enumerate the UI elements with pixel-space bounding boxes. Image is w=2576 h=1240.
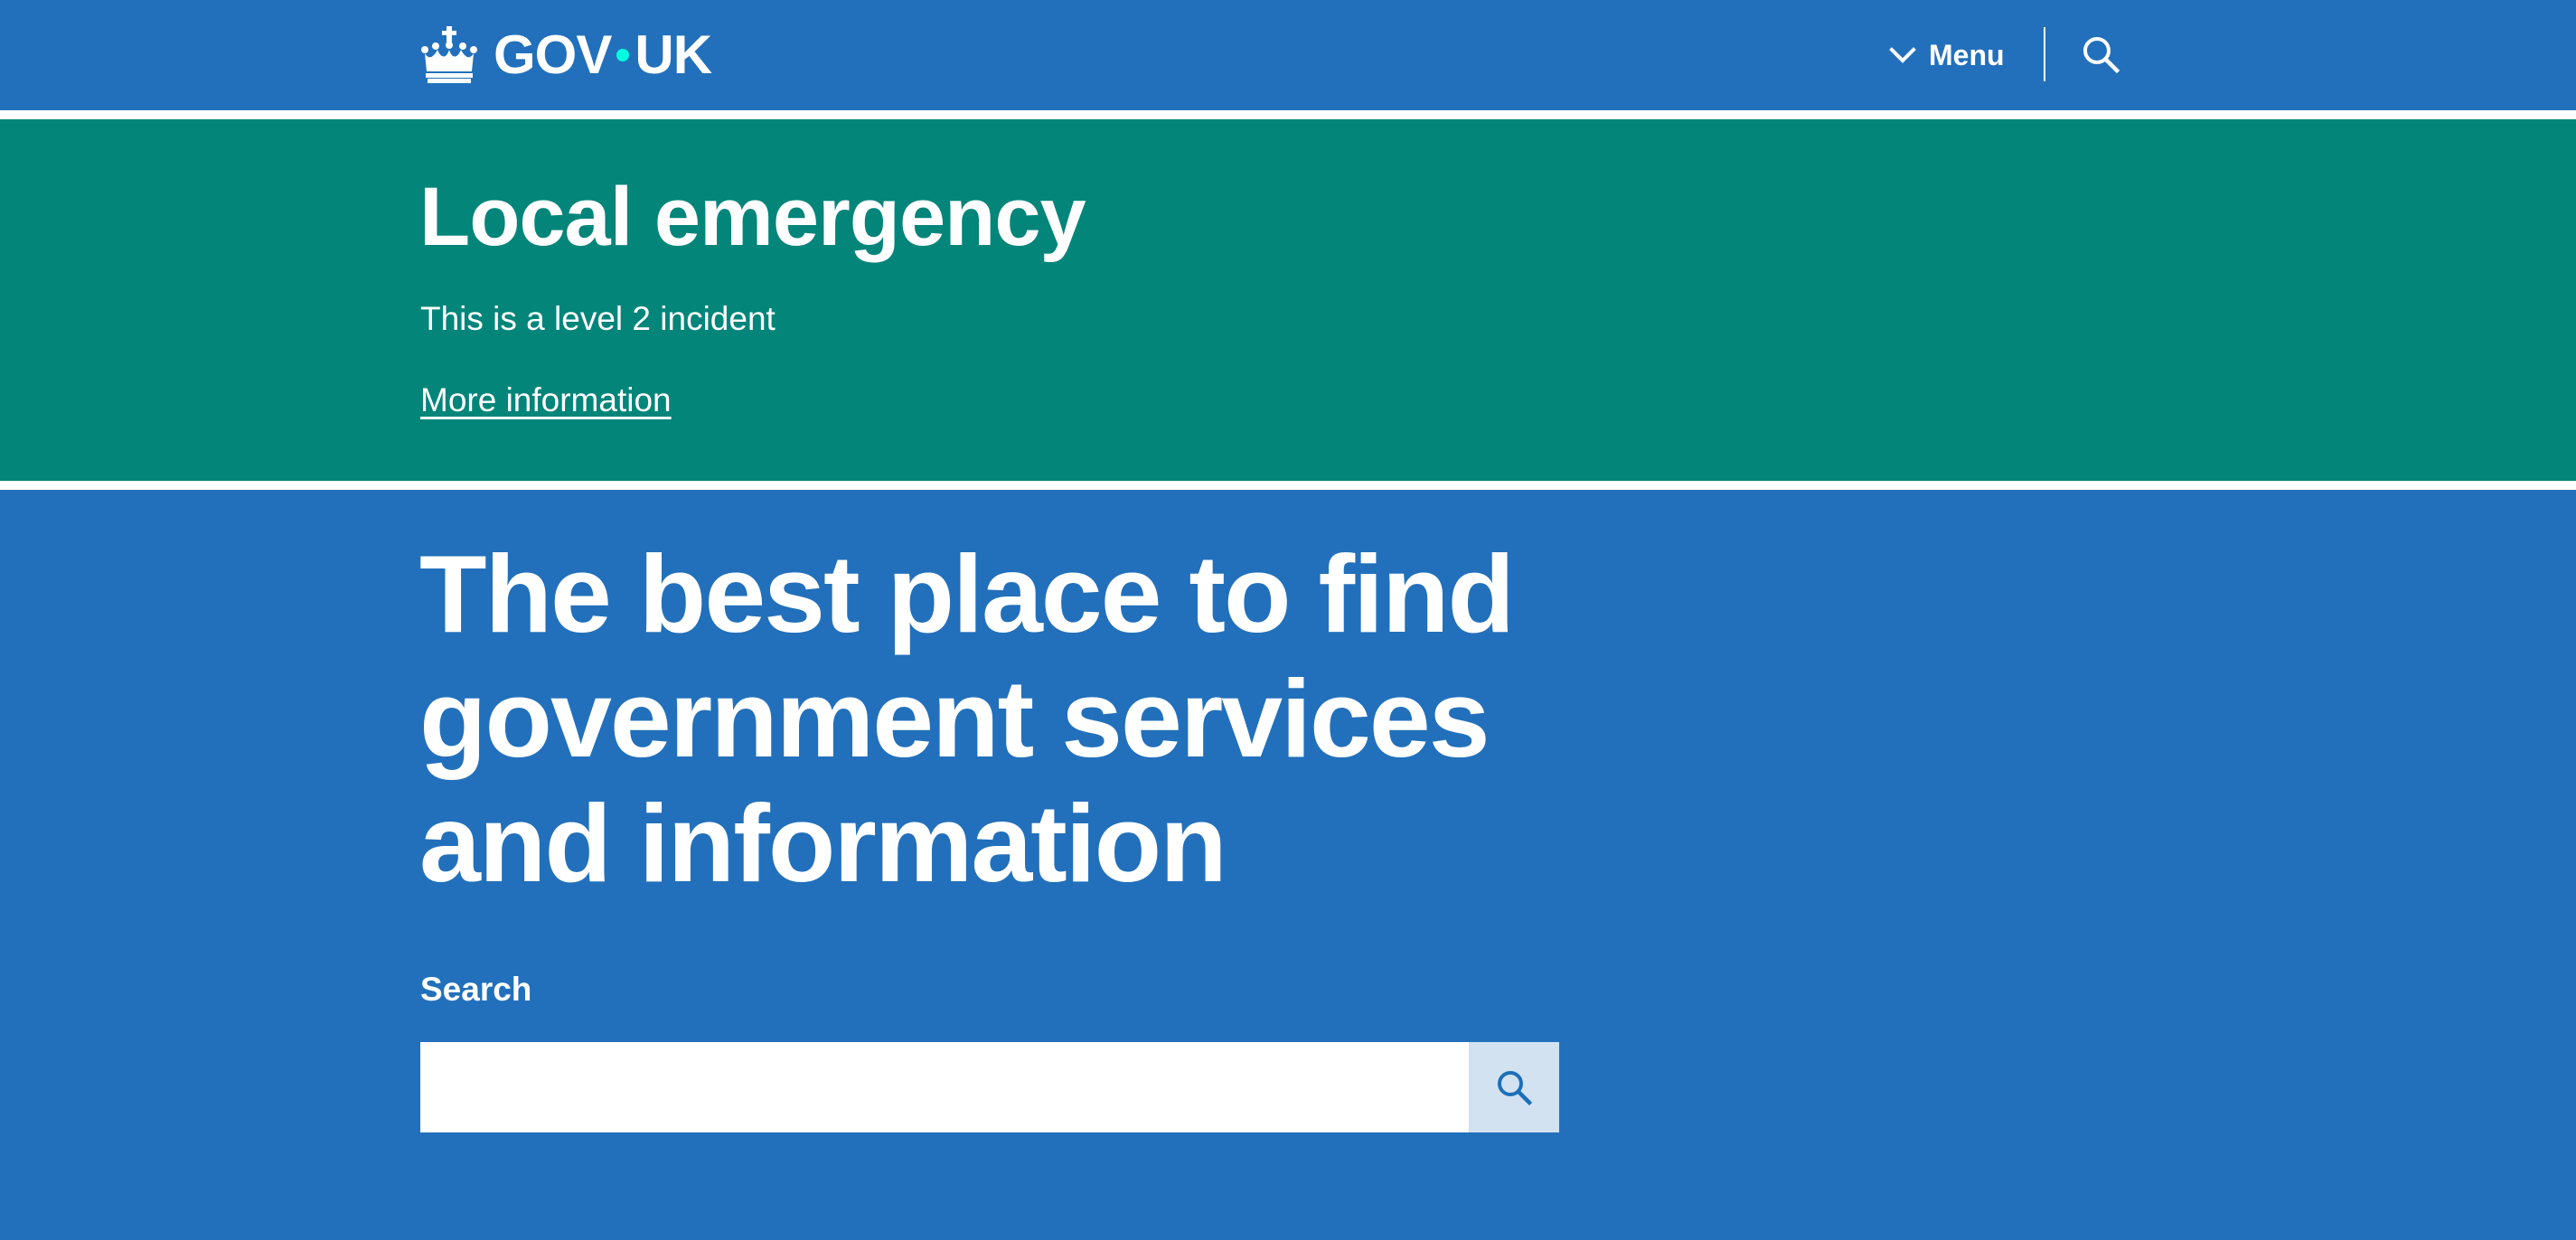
header-underline bbox=[0, 110, 2576, 119]
logo-text-gov: GOV bbox=[494, 24, 612, 85]
site-header: GOV UK Menu bbox=[0, 0, 2576, 110]
page-title: The best place to find government servic… bbox=[419, 532, 1515, 905]
banner-underline bbox=[0, 481, 2576, 490]
emergency-description: This is a level 2 incident bbox=[420, 300, 776, 337]
menu-label: Menu bbox=[1929, 38, 2005, 71]
emergency-title: Local emergency bbox=[419, 171, 1086, 263]
logo-text-uk: UK bbox=[635, 24, 712, 85]
search-label: Search bbox=[420, 971, 532, 1008]
emergency-banner: Local emergency This is a level 2 incide… bbox=[0, 119, 2576, 481]
search-icon bbox=[2083, 37, 2120, 74]
logo-wordmark: GOV UK bbox=[494, 24, 712, 85]
logo-dot bbox=[616, 49, 630, 61]
more-information-link[interactable]: More information bbox=[420, 381, 672, 419]
search-input[interactable] bbox=[420, 1042, 1469, 1132]
search-icon bbox=[1498, 1071, 1533, 1106]
header-search-button[interactable] bbox=[2079, 33, 2122, 76]
menu-button[interactable]: Menu bbox=[1889, 27, 2005, 83]
crown-icon bbox=[421, 26, 477, 83]
page: GOV UK Menu Local emergency This is a le… bbox=[0, 0, 2576, 1240]
search-form bbox=[420, 1042, 1559, 1132]
chevron-down-icon bbox=[1889, 47, 1916, 63]
govuk-logo-link[interactable]: GOV UK bbox=[419, 20, 712, 90]
header-divider bbox=[2044, 27, 2045, 81]
search-submit-button[interactable] bbox=[1469, 1042, 1559, 1132]
hero: The best place to find government servic… bbox=[0, 490, 2576, 1240]
